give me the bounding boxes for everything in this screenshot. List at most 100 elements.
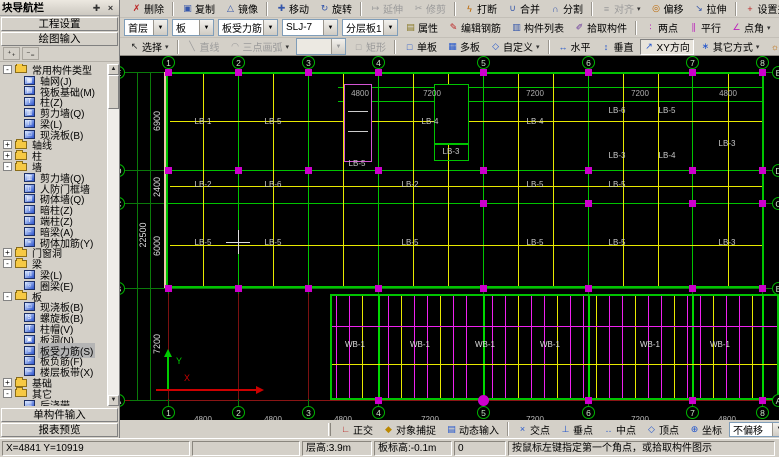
two-point-button[interactable]: ∶两点 (641, 20, 682, 36)
tab-single-component-input[interactable]: 单构件输入 (1, 408, 118, 422)
collapse-toggle[interactable]: - (3, 389, 12, 398)
offset-mode-select[interactable]: 不偏移 ▼ (729, 422, 779, 437)
column-node (480, 69, 487, 76)
expand-toggle[interactable]: + (3, 248, 12, 257)
set-grips-button[interactable]: +设置夹点 (741, 1, 779, 17)
ucs-y-axis (167, 356, 169, 390)
expand-toggle[interactable]: + (3, 378, 12, 387)
toolbar-grip[interactable] (328, 423, 331, 436)
button-label: 编辑钢筋 (461, 20, 501, 35)
tree-item[interactable]: ▒后浇带 (1, 399, 107, 406)
component-list-button[interactable]: ▥构件列表 (507, 20, 568, 36)
slab-label: LB-5 (189, 238, 217, 247)
select-button[interactable]: ↖选择▾ (125, 39, 173, 55)
stretch-icon: ↘ (694, 3, 705, 14)
mirror-button[interactable]: △镜像 (221, 1, 262, 17)
scroll-up-icon[interactable]: ▲ (108, 64, 119, 75)
element-type-select[interactable]: 板▼ (172, 19, 214, 36)
single-slab-button[interactable]: □单板 (400, 39, 441, 55)
close-icon[interactable]: × (104, 2, 117, 14)
object-snap-button[interactable]: ◆对象捕捉 (379, 421, 440, 437)
slab-label: LB-4 (653, 151, 681, 160)
beam-line (483, 74, 484, 286)
split-button[interactable]: ∩分割 (546, 1, 587, 17)
button-label: 坐标 (702, 422, 722, 437)
collapse-toggle[interactable]: - (3, 65, 12, 74)
move-button[interactable]: ✚移动 (272, 1, 313, 17)
tree-item[interactable]: ═楼层板带(X) (1, 366, 107, 377)
midpoint-snap-button[interactable]: ‥中点 (599, 421, 640, 437)
column-node (759, 69, 766, 76)
column-node (585, 200, 592, 207)
vertical-button[interactable]: ↕垂直 (597, 39, 638, 55)
intersection-snap-button[interactable]: ×交点 (513, 421, 554, 437)
rebar-type-select[interactable]: 板受力筋▼ (218, 19, 278, 36)
folder-icon (15, 163, 27, 171)
parallel-button[interactable]: ∥平行 (684, 20, 725, 36)
rebar-name-select[interactable]: SLJ-7▼ (282, 19, 338, 36)
collapse-toggle[interactable]: - (3, 162, 12, 171)
floor-select[interactable]: 首层▼ (124, 19, 168, 36)
folder-icon (15, 141, 27, 149)
pick-component-button[interactable]: ✐拾取构件 (570, 20, 631, 36)
tab-project-settings[interactable]: 工程设置 (1, 17, 118, 31)
point-angle-button[interactable]: ∠点角▾ (727, 20, 775, 36)
axis-bubble: 4 (372, 56, 385, 69)
axis-bubble: 2 (232, 56, 245, 69)
beam-line (378, 74, 379, 286)
button-label: 动态输入 (459, 422, 499, 437)
perpendicular-snap-button[interactable]: ⊥垂点 (556, 421, 597, 437)
multi-slab-button[interactable]: ▦多板 (443, 39, 484, 55)
three-point-arc-button: ◠三点画弧▾ (226, 39, 294, 55)
shear-wall-icon: ▥ (24, 173, 35, 182)
custom-button[interactable]: ◇自定义▾ (486, 39, 544, 55)
axis-bubble: D (120, 164, 125, 177)
pin-icon[interactable]: ✚ (90, 2, 103, 14)
delete-button[interactable]: ✗删除 (127, 1, 168, 17)
radial-rebar-button[interactable]: ☼放射筋▾ (765, 39, 779, 55)
vertex-snap-button[interactable]: ◇顶点 (642, 421, 683, 437)
rotate-button[interactable]: ↻旋转 (315, 1, 356, 17)
expand-toggle[interactable]: + (3, 151, 12, 160)
other-method-button[interactable]: ∗其它方式▾ (696, 39, 764, 55)
copy-button[interactable]: ▣复制 (178, 1, 219, 17)
tab-report-preview[interactable]: 报表预览 (1, 423, 118, 437)
xy-direction-button[interactable]: ↗XY方向 (640, 39, 694, 55)
scroll-down-icon[interactable]: ▼ (108, 395, 119, 406)
collapse-toggle[interactable]: - (3, 259, 12, 268)
collapse-toggle[interactable]: - (3, 292, 12, 301)
slab-label: WB-1 (406, 340, 434, 349)
ortho-button[interactable]: ∟正交 (336, 421, 377, 437)
coordinate-snap-button[interactable]: ⊕坐标 (685, 421, 726, 437)
tree-item[interactable]: □现浇板(B) (1, 129, 107, 140)
stretch-button[interactable]: ↘拉伸 (690, 1, 731, 17)
negative-rebar-icon: ⌐ (24, 356, 35, 365)
tree-scrollbar[interactable]: ▲ ▼ (107, 64, 119, 406)
properties-button[interactable]: ▤属性 (401, 20, 442, 36)
edit-rebar-button[interactable]: ✎编辑钢筋 (444, 20, 505, 36)
collapse-all-button[interactable]: ⁻₌ (22, 47, 39, 60)
horizontal-button[interactable]: ↔水平 (554, 39, 595, 55)
tree-item[interactable]: +柱 (1, 150, 107, 161)
folder-icon (15, 389, 27, 397)
button-label: 属性 (418, 20, 438, 35)
slab-label: LB-2 (396, 180, 424, 189)
expand-toggle[interactable]: + (3, 140, 12, 149)
beam-line (378, 296, 380, 398)
column-node (689, 167, 696, 174)
layer-slab-select[interactable]: 分层板1▼ (342, 19, 398, 36)
scroll-thumb[interactable] (108, 75, 119, 109)
break-button[interactable]: ϟ打断 (460, 1, 501, 17)
button-label: 选择 (142, 39, 162, 54)
slab-label: LB-3 (713, 139, 741, 148)
slab-label: LB-6 (603, 106, 631, 115)
expand-all-button[interactable]: ⁺₊ (3, 47, 20, 60)
rebar-line (518, 296, 519, 398)
tree-item[interactable]: ○圈梁(E) (1, 280, 107, 291)
tab-drawing-input[interactable]: 绘图输入 (1, 32, 118, 46)
merge-button[interactable]: ∪合并 (503, 1, 544, 17)
rebar-line (531, 296, 532, 398)
drawing-canvas[interactable]: LB-1LB-5LB-4LB-4LB-6LB-5LB-3LB-5LB-3LB-3… (120, 56, 779, 420)
offset-button[interactable]: ◎偏移 (647, 1, 688, 17)
dynamic-input-button[interactable]: ▤动态输入 (442, 421, 503, 437)
